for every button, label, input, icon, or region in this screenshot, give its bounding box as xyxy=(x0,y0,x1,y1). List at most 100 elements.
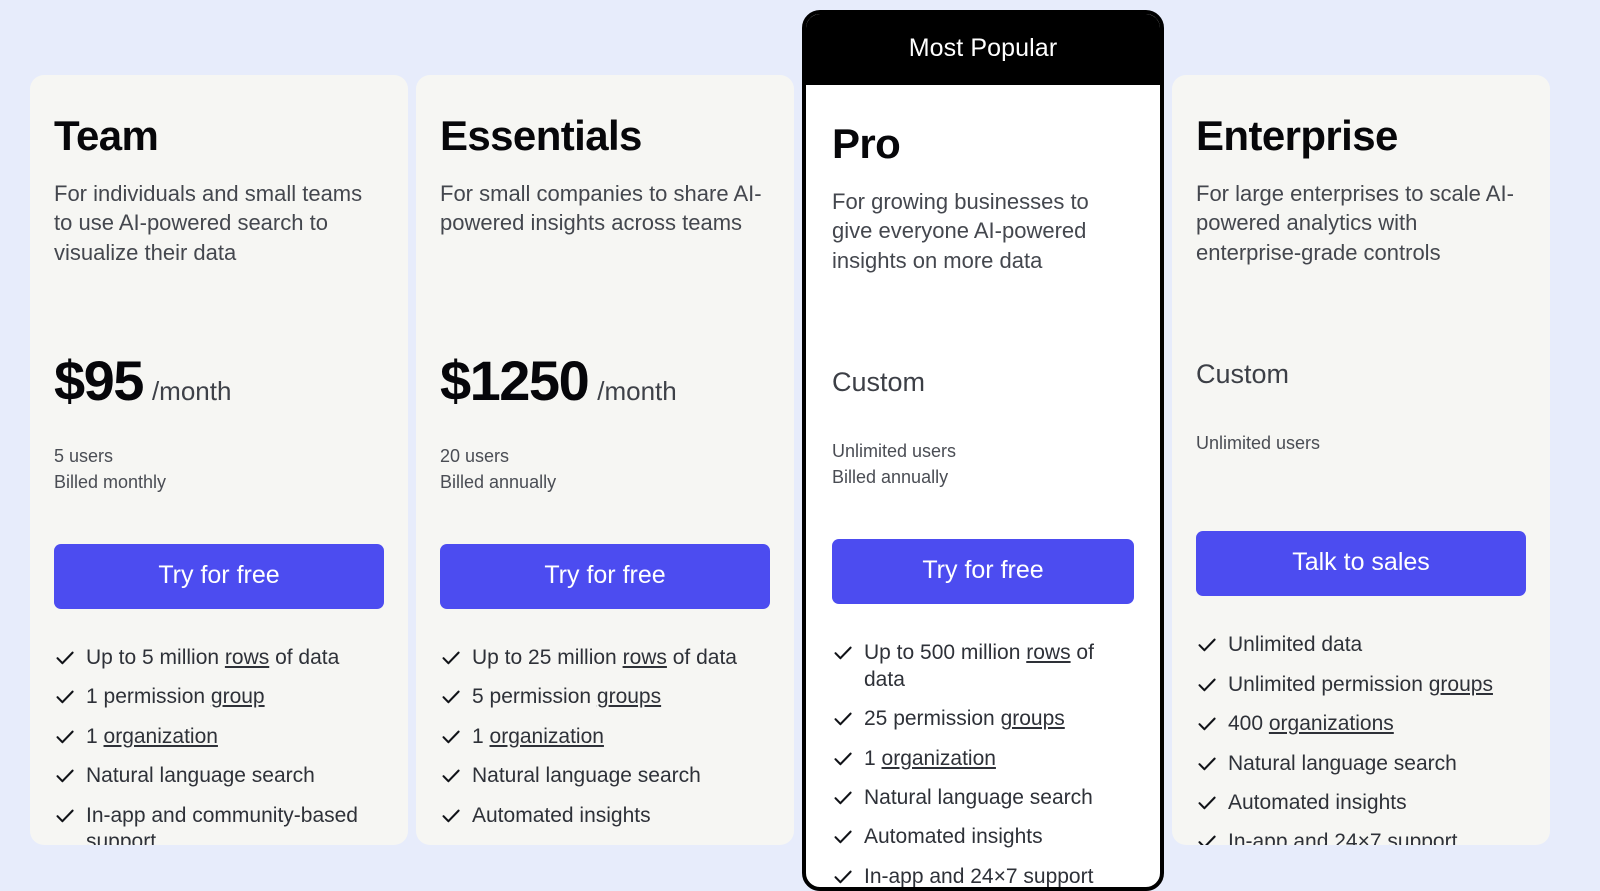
plan-users: Unlimited users xyxy=(1196,433,1321,454)
feature-term-link[interactable]: rows xyxy=(225,646,269,669)
try-for-free-button[interactable]: Try for free xyxy=(54,544,384,609)
plan-billing: Billed annually xyxy=(832,467,949,488)
check-icon xyxy=(440,842,472,845)
check-icon xyxy=(832,746,864,770)
feature-item: 5 permission groups xyxy=(440,684,770,710)
check-icon xyxy=(54,724,86,748)
feature-item: In-app and community-based support xyxy=(440,842,770,845)
feature-term-link[interactable]: rows xyxy=(1026,641,1070,664)
check-icon xyxy=(1196,829,1228,845)
plan-price: Custom xyxy=(832,361,1134,404)
talk-to-sales-button[interactable]: Talk to sales xyxy=(1196,531,1526,597)
feature-item: Unlimited permission groups xyxy=(1196,672,1526,698)
check-icon xyxy=(440,724,472,748)
check-icon xyxy=(440,803,472,827)
feature-item: Natural language search xyxy=(1196,751,1526,777)
feature-item: In-app and 24×7 support xyxy=(1196,829,1526,845)
feature-item: In-app and 24×7 support xyxy=(832,864,1134,888)
try-for-free-button[interactable]: Try for free xyxy=(440,544,770,609)
feature-term-link[interactable]: organizations xyxy=(1269,712,1394,735)
feature-label: Natural language search xyxy=(1228,751,1457,775)
feature-label: Automated insights xyxy=(472,803,651,827)
price-amount: Custom xyxy=(1196,359,1290,389)
check-icon xyxy=(54,645,86,669)
feature-label: Unlimited data xyxy=(1228,633,1363,657)
plan-meta: 20 users Billed annually xyxy=(440,443,770,499)
check-icon xyxy=(440,684,472,708)
feature-label: Up to 25 million rows of data xyxy=(472,646,737,669)
plan-users: 20 users xyxy=(440,446,510,466)
plan-price: Custom xyxy=(1196,353,1526,396)
feature-list: Up to 25 million rows of data 5 permissio… xyxy=(440,645,770,845)
feature-label: Automated insights xyxy=(1228,791,1407,814)
plan-users: Unlimited users xyxy=(832,441,957,462)
feature-item: Natural language search xyxy=(440,763,770,789)
feature-item: Natural language search xyxy=(832,785,1134,811)
plan-meta: Unlimited users Billed annually xyxy=(832,438,1134,494)
check-icon xyxy=(832,824,864,848)
check-icon xyxy=(54,763,86,787)
feature-list: Unlimited data Unlimited permission group… xyxy=(1196,632,1526,845)
check-icon xyxy=(440,645,472,669)
feature-label: 1 organization xyxy=(472,724,604,748)
plan-meta: 5 users Billed monthly xyxy=(54,443,384,499)
feature-label: Unlimited permission groups xyxy=(1228,672,1493,696)
feature-item: 1 organization xyxy=(832,746,1134,772)
feature-term-link[interactable]: organization xyxy=(104,725,218,748)
check-icon xyxy=(54,684,86,708)
feature-list: Up to 5 million rows of data 1 permission… xyxy=(54,645,384,845)
feature-item: Automated insights xyxy=(1196,790,1526,816)
feature-label: 25 permission groups xyxy=(864,707,1065,731)
card-body: Pro For growing businesses to give everyo… xyxy=(806,85,1160,888)
feature-label: 1 organization xyxy=(864,746,996,770)
feature-item: 1 organization xyxy=(440,724,770,750)
feature-label: In-app and 24×7 support xyxy=(864,864,1094,888)
try-for-free-button[interactable]: Try for free xyxy=(832,539,1134,605)
plan-name: Essentials xyxy=(440,112,642,159)
feature-item: 1 permission group xyxy=(54,684,384,710)
feature-term-link[interactable]: organization xyxy=(882,747,996,770)
plan-description: For small companies to share AI-powered … xyxy=(440,181,762,236)
check-icon xyxy=(54,803,86,827)
price-amount: $95 xyxy=(54,349,144,412)
feature-label: 1 permission group xyxy=(86,685,265,709)
price-amount: Custom xyxy=(832,367,926,397)
feature-term-link[interactable]: groups xyxy=(1429,673,1493,696)
plan-users: 5 users xyxy=(54,446,114,466)
feature-term-link[interactable]: groups xyxy=(597,685,661,708)
feature-item: 25 permission groups xyxy=(832,706,1134,732)
check-icon xyxy=(832,640,864,664)
feature-label: In-app and community-based support xyxy=(472,842,770,845)
feature-label: 400 organizations xyxy=(1228,712,1394,736)
feature-label: Automated insights xyxy=(864,825,1043,849)
plan-price: $1250/month xyxy=(440,353,770,409)
check-icon xyxy=(1196,672,1228,696)
feature-item: 1 organization xyxy=(54,724,384,750)
feature-label: Up to 5 million rows of data xyxy=(86,646,340,669)
feature-label: Natural language search xyxy=(864,786,1093,809)
plan-name: Pro xyxy=(832,120,901,167)
plan-name: Team xyxy=(54,112,159,159)
feature-term-link[interactable]: group xyxy=(211,685,265,708)
pricing-card-enterprise: Enterprise For large enterprises to scale… xyxy=(1172,75,1550,845)
check-icon xyxy=(1196,632,1228,656)
pricing-card-team: Team For individuals and small teams to u… xyxy=(30,75,408,845)
feature-item: Natural language search xyxy=(54,763,384,789)
check-icon xyxy=(832,864,864,887)
feature-label: In-app and community-based support xyxy=(86,803,358,845)
feature-item: Automated insights xyxy=(440,803,770,829)
feature-item: Unlimited data xyxy=(1196,632,1526,658)
feature-label: Natural language search xyxy=(472,764,701,788)
feature-term-link[interactable]: rows xyxy=(623,646,667,669)
feature-term-link[interactable]: groups xyxy=(1001,707,1065,730)
check-icon xyxy=(1196,751,1228,775)
feature-label: 1 organization xyxy=(86,724,218,748)
feature-item: In-app and community-based support xyxy=(54,803,384,845)
pricing-card-essentials: Essentials For small companies to share A… xyxy=(416,75,794,845)
most-popular-badge: Most Popular xyxy=(806,14,1160,85)
feature-term-link[interactable]: organization xyxy=(490,725,604,748)
feature-item: 400 organizations xyxy=(1196,711,1526,737)
plan-billing: Billed monthly xyxy=(54,472,167,493)
check-icon xyxy=(832,706,864,730)
check-icon xyxy=(1196,711,1228,735)
